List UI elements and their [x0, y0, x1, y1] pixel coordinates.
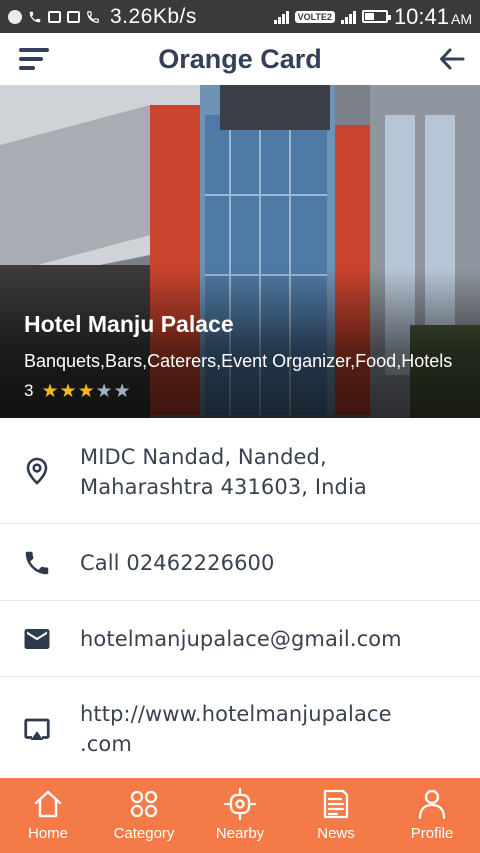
back-arrow-icon[interactable]	[438, 45, 466, 73]
hotel-hero: Hotel Manju Palace Banquets,Bars,Caterer…	[0, 85, 480, 418]
address-text: MIDC Nandad, Nanded, Maharashtra 431603,…	[80, 442, 424, 502]
category-icon	[130, 790, 158, 818]
email-text: hotelmanjupalace@gmail.com	[80, 627, 402, 651]
qr-status-icon	[67, 10, 80, 23]
email-row[interactable]: hotelmanjupalace@gmail.com	[0, 601, 480, 677]
star-filled-icon: ★	[41, 380, 59, 402]
call-row[interactable]: Call 02462226600	[0, 524, 480, 601]
website-line-2: .com	[80, 732, 132, 756]
hotel-name: Hotel Manju Palace	[24, 311, 234, 337]
nav-item-category[interactable]: Category	[96, 778, 192, 853]
status-bar-right: VOLTE2 10:41 AM	[273, 3, 472, 30]
hotel-rating: 3 ★ ★ ★ ★ ★	[24, 381, 131, 401]
website-row[interactable]: http://www.hotelmanjupalace .com	[0, 677, 480, 778]
network-speed: 3.26Kb/s	[110, 4, 197, 28]
nav-label-home: Home	[27, 825, 68, 842]
signal-icon	[273, 10, 289, 24]
phone-icon	[25, 551, 49, 575]
menu-button[interactable]	[19, 46, 49, 72]
website-text: http://www.hotelmanjupalace .com	[80, 699, 424, 759]
nav-item-nearby[interactable]: Nearby	[192, 778, 288, 853]
app-header: Orange Card	[0, 33, 480, 85]
news-icon	[323, 789, 349, 819]
star-empty-icon: ★	[95, 380, 113, 402]
nav-label-category: Category	[113, 825, 175, 842]
call-active-icon	[87, 10, 99, 23]
volte-badge: VOLTE2	[294, 10, 335, 23]
mail-icon	[24, 629, 50, 649]
clock: 10:41 AM	[393, 3, 472, 29]
status-bar: 3.26Kb/s VOLTE2 10:41 AM	[0, 0, 480, 33]
menu-icon	[19, 48, 49, 52]
rating-value: 3	[24, 381, 34, 400]
nav-label-news: News	[317, 825, 355, 842]
phone-status-icon	[29, 11, 41, 22]
address-line-2: Maharashtra 431603, India	[80, 475, 367, 499]
star-filled-icon: ★	[59, 380, 77, 402]
nav-label-profile: Profile	[410, 825, 454, 842]
nav-label-nearby: Nearby	[215, 825, 265, 842]
nav-item-news[interactable]: News	[288, 778, 384, 853]
page-title: Orange Card	[158, 43, 322, 74]
address-row[interactable]: MIDC Nandad, Nanded, Maharashtra 431603,…	[0, 418, 480, 524]
location-pin-icon	[26, 457, 48, 485]
nearby-icon	[223, 787, 257, 821]
rating-stars: ★ ★ ★ ★ ★	[41, 382, 130, 401]
battery-icon	[361, 10, 391, 23]
bottom-nav: Home Category Nearby News Profile	[0, 778, 480, 853]
address-line-1: MIDC Nandad, Nanded,	[80, 445, 327, 469]
gallery-status-icon	[48, 10, 61, 23]
call-text: Call 02462226600	[80, 551, 275, 575]
status-bar-left: 3.26Kb/s	[8, 5, 197, 29]
hotel-categories: Banquets,Bars,Caterers,Event Organizer,F…	[24, 351, 453, 371]
screen-cast-icon	[24, 718, 50, 740]
website-line-1: http://www.hotelmanjupalace	[80, 702, 392, 726]
star-empty-icon: ★	[113, 380, 131, 402]
message-icon	[8, 9, 22, 24]
signal-icon-2	[340, 10, 356, 24]
home-icon	[34, 790, 62, 818]
profile-icon	[418, 789, 446, 820]
nav-item-home[interactable]: Home	[0, 778, 96, 853]
star-filled-icon: ★	[77, 380, 95, 402]
nav-item-profile[interactable]: Profile	[384, 778, 480, 853]
